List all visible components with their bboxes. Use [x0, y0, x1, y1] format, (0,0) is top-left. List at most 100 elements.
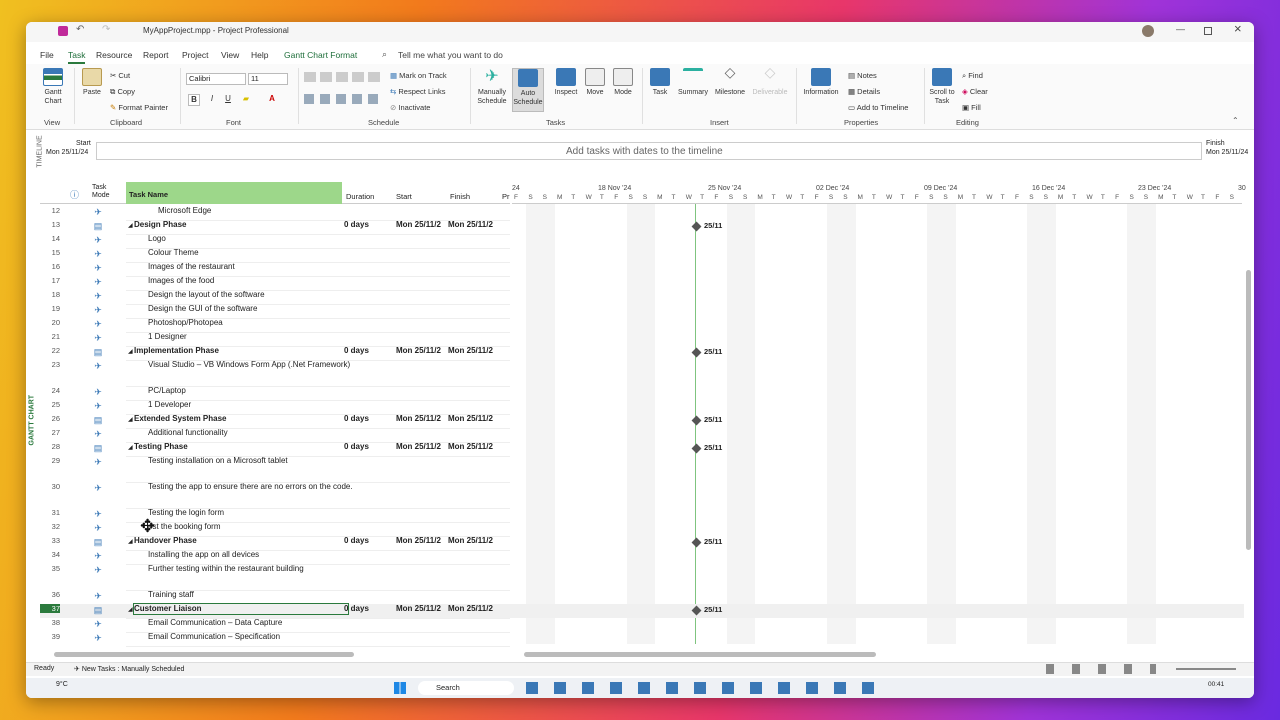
- col-finish[interactable]: Finish: [450, 192, 470, 201]
- table-row[interactable]: 14 ✈ Logo: [40, 234, 1244, 248]
- task-name[interactable]: Customer Liaison: [133, 603, 349, 615]
- task-start[interactable]: Mon 25/11/2: [396, 604, 446, 613]
- undo-icon[interactable]: ↶: [76, 24, 84, 35]
- task-name[interactable]: Extended System Phase: [134, 414, 348, 424]
- task-name[interactable]: Email Communication – Data Capture: [148, 618, 362, 628]
- task-start[interactable]: Mon 25/11/2: [396, 346, 446, 355]
- task-name[interactable]: Colour Theme: [148, 248, 362, 258]
- cut-button[interactable]: ✂ Cut: [110, 71, 130, 80]
- collapse-triangle-icon[interactable]: ◢: [128, 606, 133, 613]
- task-name[interactable]: Further testing within the restaurant bu…: [148, 564, 362, 574]
- find-button[interactable]: ⌕ Find: [962, 71, 983, 81]
- tab-project[interactable]: Project: [182, 50, 208, 60]
- col-task-name[interactable]: Task Name: [126, 182, 342, 204]
- indent-icons[interactable]: [304, 94, 384, 104]
- italic-button[interactable]: I: [206, 94, 218, 106]
- table-row[interactable]: 31 ✈ Testing the login form: [40, 508, 1244, 522]
- task-name[interactable]: 1 Designer: [148, 332, 362, 342]
- task-duration[interactable]: 0 days: [344, 346, 369, 355]
- task-finish[interactable]: Mon 25/11/2: [448, 220, 498, 229]
- paste-button[interactable]: Paste: [80, 68, 104, 97]
- col-duration[interactable]: Duration: [346, 192, 374, 201]
- insert-task-button[interactable]: Task: [646, 68, 674, 97]
- tab-file[interactable]: File: [40, 50, 54, 60]
- table-row[interactable]: 20 ✈ Photoshop/Photopea: [40, 318, 1244, 332]
- collapse-triangle-icon[interactable]: ◢: [128, 444, 133, 451]
- tell-me-search[interactable]: Tell me what you want to do: [398, 50, 503, 60]
- taskbar-apps[interactable]: [526, 682, 886, 694]
- table-row[interactable]: 17 ✈ Images of the food: [40, 276, 1244, 290]
- tab-report[interactable]: Report: [143, 50, 169, 60]
- task-name[interactable]: Testing the app to ensure there are no e…: [148, 482, 362, 492]
- task-name[interactable]: Logo: [148, 234, 362, 244]
- task-name[interactable]: est the booking form: [148, 522, 362, 532]
- task-name[interactable]: Design Phase: [134, 220, 348, 230]
- inactivate-button[interactable]: ⊘ Inactivate: [390, 103, 430, 112]
- table-row[interactable]: 18 ✈ Design the layout of the software: [40, 290, 1244, 304]
- tab-task[interactable]: Task: [68, 50, 86, 64]
- collapse-triangle-icon[interactable]: ◢: [128, 416, 133, 423]
- task-name[interactable]: Photoshop/Photopea: [148, 318, 362, 328]
- task-duration[interactable]: 0 days: [344, 604, 369, 613]
- add-to-timeline-button[interactable]: ▭ Add to Timeline: [848, 103, 908, 112]
- task-name[interactable]: Implementation Phase: [134, 346, 348, 356]
- taskbar-search[interactable]: Search: [418, 681, 514, 695]
- table-row[interactable]: 19 ✈ Design the GUI of the software: [40, 304, 1244, 318]
- task-name[interactable]: PC/Laptop: [148, 386, 362, 396]
- table-row[interactable]: 26 ▤ ◢ Extended System Phase 0 days Mon 25/11…: [40, 414, 1244, 428]
- table-row[interactable]: 36 ✈ Training staff: [40, 590, 1244, 604]
- format-painter-button[interactable]: ✎ Format Painter: [110, 103, 168, 112]
- tab-gantt-chart-format[interactable]: Gantt Chart Format: [284, 50, 357, 60]
- weather-widget[interactable]: 9°C: [56, 681, 68, 688]
- task-name[interactable]: Email Communication – Specification: [148, 632, 362, 642]
- col-predecessors[interactable]: Pr: [502, 192, 510, 201]
- task-name[interactable]: Training staff: [148, 590, 362, 600]
- milestone-button[interactable]: ◇ Milestone: [712, 65, 748, 97]
- task-duration[interactable]: 0 days: [344, 220, 369, 229]
- task-name[interactable]: 1 Developer: [148, 400, 362, 410]
- table-row[interactable]: 25 ✈ 1 Developer: [40, 400, 1244, 414]
- restore-icon[interactable]: [1204, 27, 1212, 35]
- minimize-icon[interactable]: —: [1176, 24, 1185, 34]
- bold-button[interactable]: B: [188, 94, 200, 106]
- task-name[interactable]: Handover Phase: [134, 536, 348, 546]
- gantt-vscroll[interactable]: [1246, 270, 1251, 550]
- respect-links-button[interactable]: ⇆ Respect Links: [390, 87, 445, 96]
- manually-schedule-button[interactable]: ✈ Manually Schedule: [474, 68, 510, 106]
- task-finish[interactable]: Mon 25/11/2: [448, 536, 498, 545]
- table-row[interactable]: 21 ✈ 1 Designer: [40, 332, 1244, 346]
- task-start[interactable]: Mon 25/11/2: [396, 442, 446, 451]
- gantt-hscroll[interactable]: [524, 652, 876, 657]
- table-row[interactable]: 27 ✈ Additional functionality: [40, 428, 1244, 442]
- table-row[interactable]: 24 ✈ PC/Laptop: [40, 386, 1244, 400]
- table-row[interactable]: 33 ▤ ◢ Handover Phase 0 days Mon 25/11/2 Mon 2…: [40, 536, 1244, 550]
- task-name[interactable]: Testing installation on a Microsoft tabl…: [148, 456, 362, 466]
- mark-on-track-button[interactable]: ▦ Mark on Track: [390, 71, 447, 80]
- table-row[interactable]: 29 ✈ Testing installation on a Microsoft t…: [40, 456, 1244, 482]
- scroll-to-task-button[interactable]: Scroll to Task: [928, 68, 956, 106]
- gantt-chart-button[interactable]: Gantt Chart: [38, 68, 68, 106]
- underline-button[interactable]: U: [222, 94, 234, 106]
- task-duration[interactable]: 0 days: [344, 414, 369, 423]
- table-row[interactable]: 34 ✈ Installing the app on all devices: [40, 550, 1244, 564]
- table-row[interactable]: 13 ▤ ◢ Design Phase 0 days Mon 25/11/2 Mon 25/…: [40, 220, 1244, 234]
- user-avatar[interactable]: [1142, 25, 1154, 37]
- font-size-select[interactable]: 11: [248, 73, 288, 85]
- task-name[interactable]: Installing the app on all devices: [148, 550, 362, 560]
- task-start[interactable]: Mon 25/11/2: [396, 220, 446, 229]
- task-finish[interactable]: Mon 25/11/2: [448, 414, 498, 423]
- task-duration[interactable]: 0 days: [344, 442, 369, 451]
- table-row[interactable]: 39 ✈ Email Communication – Specification: [40, 632, 1244, 646]
- task-finish[interactable]: Mon 25/11/2: [448, 346, 498, 355]
- font-family-select[interactable]: Calibri: [186, 73, 246, 85]
- table-row[interactable]: 15 ✈ Colour Theme: [40, 248, 1244, 262]
- table-row[interactable]: 35 ✈ Further testing within the restaurant…: [40, 564, 1244, 590]
- task-duration[interactable]: 0 days: [344, 536, 369, 545]
- table-row[interactable]: 22 ▤ ◢ Implementation Phase 0 days Mon 25/11/…: [40, 346, 1244, 360]
- zoom-slider[interactable]: [1176, 668, 1236, 670]
- task-name[interactable]: Testing the login form: [148, 508, 362, 518]
- collapse-triangle-icon[interactable]: ◢: [128, 538, 133, 545]
- details-button[interactable]: ▦ Details: [848, 87, 880, 96]
- collapse-ribbon-icon[interactable]: ⌃: [1232, 116, 1239, 125]
- view-shortcut-icons[interactable]: [1046, 664, 1156, 674]
